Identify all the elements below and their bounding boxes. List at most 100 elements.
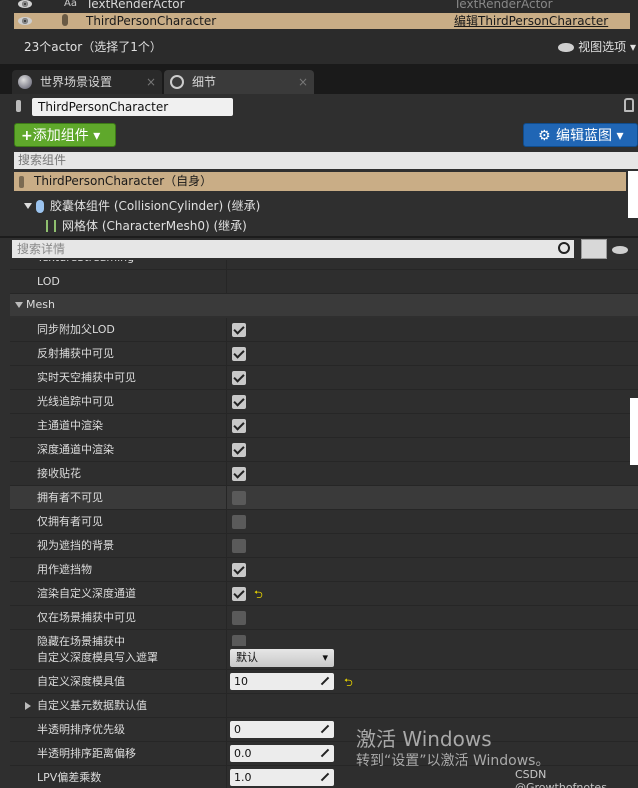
magnifier-icon (170, 75, 184, 89)
splitter[interactable] (0, 236, 638, 238)
property-row[interactable]: 光线追踪中可见 (10, 390, 638, 414)
property-row[interactable]: 主通道中渲染 (10, 414, 638, 438)
visibility-eye-icon[interactable] (18, 0, 32, 9)
scrollbar-thumb[interactable] (630, 398, 638, 465)
outliner-row-textrender[interactable]: Aa TextRenderActor TextRenderActor (14, 0, 630, 12)
translucency-priority-input[interactable]: 0 (230, 721, 334, 738)
eye-icon[interactable] (612, 246, 628, 254)
property-row[interactable]: 拥有者不可见 (10, 486, 638, 510)
world-outliner: Aa TextRenderActor TextRenderActor Third… (0, 0, 638, 64)
property-label: 拥有者不可见 (37, 491, 103, 504)
search-components-input[interactable]: 搜索组件 (14, 152, 626, 169)
category-label: Mesh (26, 298, 55, 311)
ue-editor-window: Aa TextRenderActor TextRenderActor Third… (0, 0, 638, 788)
capsule-icon (36, 200, 44, 213)
property-row[interactable]: 同步附加父LOD (10, 318, 638, 342)
checkbox[interactable] (232, 539, 246, 553)
edit-actor-link[interactable]: 编辑ThirdPersonCharacter (454, 13, 608, 29)
view-options-label: 视图选项 (578, 40, 627, 54)
property-row[interactable]: 实时天空捕获中可见 (10, 366, 638, 390)
field-value: 1.0 (234, 771, 252, 784)
property-row-lod[interactable]: LOD (10, 270, 638, 294)
checkbox[interactable] (232, 323, 246, 337)
pawn-icon (62, 14, 68, 26)
search-icon[interactable] (558, 242, 570, 254)
visibility-eye-icon[interactable] (18, 16, 32, 26)
reset-to-default-icon[interactable]: ⮌ (254, 586, 263, 605)
reset-to-default-icon[interactable]: ⮌ (344, 674, 353, 693)
property-label: 自定义深度模具值 (37, 675, 125, 688)
details-panel: ThirdPersonCharacter +添加组件 ▾ ⚙ 编辑蓝图 ▾ 搜索组… (0, 94, 638, 788)
close-icon[interactable]: × (146, 70, 156, 94)
translucency-offset-input[interactable]: 0.0 (230, 745, 334, 762)
windows-activation-watermark: 激活 Windows 转到“设置”以激活 Windows。 (356, 727, 549, 771)
property-matrix-icon[interactable] (581, 239, 607, 259)
outliner-row-name: TextRenderActor (86, 0, 185, 11)
field-value: 0 (234, 723, 241, 736)
checkbox[interactable] (232, 443, 246, 457)
expand-arrow-icon[interactable] (25, 702, 31, 710)
dropdown-value: 默认 (236, 651, 258, 664)
outliner-row-type: TextRenderActor (454, 0, 553, 11)
property-label: 仅在场景捕获中可见 (37, 611, 136, 624)
property-label: 仅拥有者可见 (37, 515, 103, 528)
checkbox[interactable] (232, 587, 246, 601)
close-icon[interactable]: × (298, 70, 308, 94)
checkbox[interactable] (232, 491, 246, 505)
outliner-row-thirdperson[interactable]: ThirdPersonCharacter 编辑ThirdPersonCharac… (14, 13, 630, 29)
slider-knob-icon[interactable] (320, 676, 330, 686)
collapse-arrow-icon[interactable] (15, 302, 23, 308)
property-row[interactable]: 仅在场景捕获中可见 (10, 606, 638, 630)
property-row-primitive-data[interactable]: 自定义基元数据默认值 (10, 694, 638, 718)
property-row[interactable]: 深度通道中渲染 (10, 438, 638, 462)
checkbox[interactable] (232, 515, 246, 529)
checkbox[interactable] (232, 371, 246, 385)
slider-knob-icon[interactable] (320, 772, 330, 782)
tab-world-settings[interactable]: 世界场景设置 × (12, 70, 162, 94)
checkbox[interactable] (232, 611, 246, 625)
property-label: 反射捕获中可见 (37, 347, 114, 360)
category-mesh[interactable]: Mesh (10, 294, 638, 316)
slider-knob-icon[interactable] (320, 724, 330, 734)
property-label: 自定义基元数据默认值 (37, 699, 147, 712)
edit-blueprint-button[interactable]: ⚙ 编辑蓝图 ▾ (523, 123, 638, 147)
tab-details[interactable]: 细节 × (164, 70, 314, 94)
stencil-mask-dropdown[interactable]: 默认 ▾ (230, 649, 334, 667)
checkbox[interactable] (232, 563, 246, 577)
stencil-value-input[interactable]: 10 (230, 673, 334, 690)
lock-icon[interactable] (624, 98, 634, 112)
scrollbar-thumb[interactable] (628, 171, 638, 218)
component-label: 网格体 (CharacterMesh0) (继承) (62, 219, 247, 233)
checkbox[interactable] (232, 467, 246, 481)
actor-name-input[interactable]: ThirdPersonCharacter (32, 98, 233, 116)
property-label: 主通道中渲染 (37, 419, 103, 432)
property-label: 同步附加父LOD (37, 323, 115, 336)
checkbox[interactable] (232, 347, 246, 361)
search-details-input[interactable]: 搜索详情 (12, 240, 574, 258)
actor-count: 23个actor（选择了1个） (24, 40, 162, 54)
pawn-icon (19, 176, 24, 188)
field-value: 10 (234, 675, 248, 688)
lpv-bias-input[interactable]: 1.0 (230, 769, 334, 786)
checkbox[interactable] (232, 419, 246, 433)
checkbox[interactable] (232, 395, 246, 409)
property-row[interactable]: 反射捕获中可见 (10, 342, 638, 366)
property-row-stencil-mask[interactable]: 自定义深度模具写入遮罩 默认 ▾ (10, 646, 638, 670)
eye-icon (558, 43, 575, 52)
search-icon[interactable] (626, 152, 638, 169)
property-row-stencil-value[interactable]: 自定义深度模具值 10 ⮌ (10, 670, 638, 694)
property-row[interactable]: 仅拥有者可见 (10, 510, 638, 534)
property-row[interactable]: 接收贴花 (10, 462, 638, 486)
add-component-button[interactable]: +添加组件 ▾ (14, 123, 116, 147)
view-options-button[interactable]: 视图选项 ▾ (558, 38, 636, 55)
expand-arrow-icon[interactable] (24, 203, 32, 209)
component-label: ThirdPersonCharacter（自身） (34, 174, 213, 188)
property-row[interactable]: 渲染自定义深度通道 ⮌ (10, 582, 638, 606)
component-root[interactable]: ThirdPersonCharacter（自身） (14, 172, 626, 191)
property-row[interactable]: 视为遮挡的背景 (10, 534, 638, 558)
property-row[interactable]: 用作遮挡物 (10, 558, 638, 582)
watermark-title: 激活 Windows (356, 727, 492, 751)
slider-knob-icon[interactable] (320, 748, 330, 758)
text-actor-icon: Aa (64, 0, 77, 9)
property-label: 接收贴花 (37, 467, 81, 480)
